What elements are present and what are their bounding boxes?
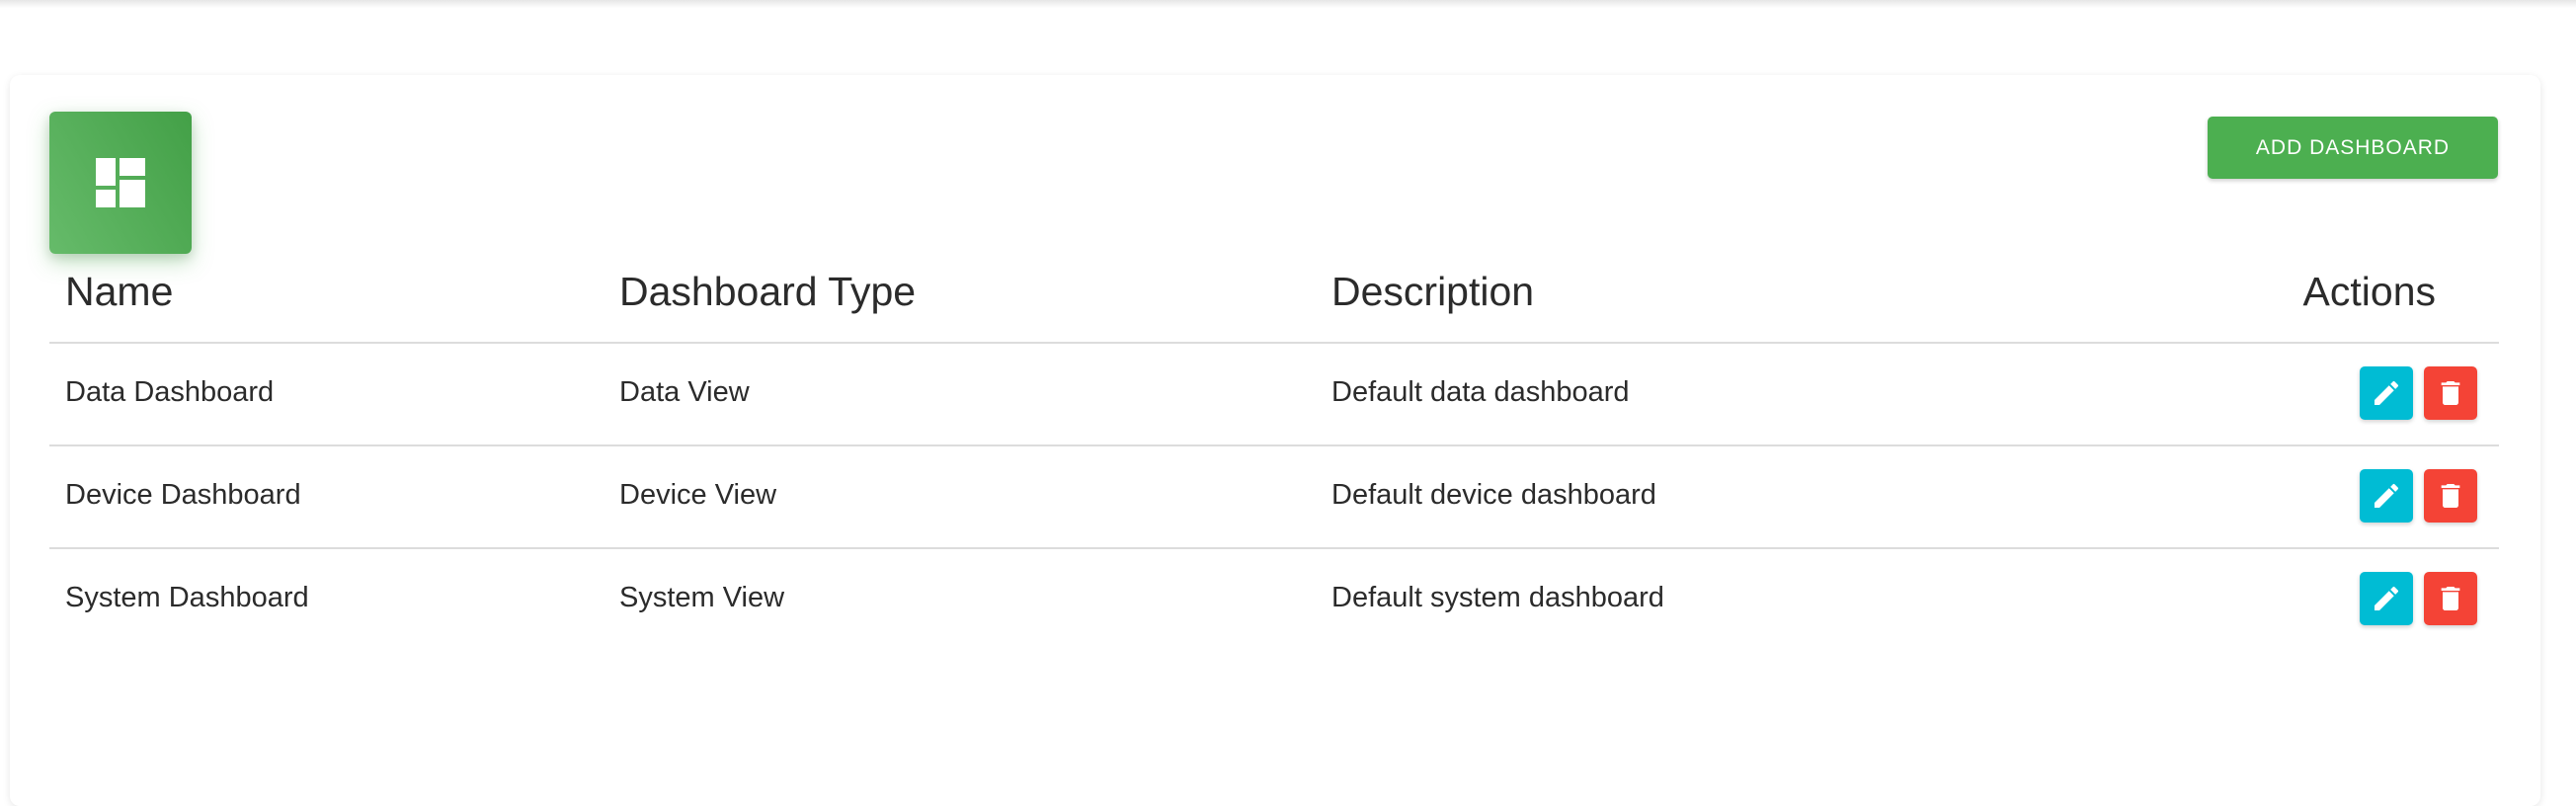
edit-button[interactable] bbox=[2360, 366, 2413, 420]
dashboard-type: Device View bbox=[619, 479, 777, 511]
top-bar-shadow bbox=[0, 0, 2576, 8]
dashboard-type: System View bbox=[619, 582, 785, 613]
row-actions bbox=[2360, 469, 2477, 523]
column-header-dashboard-type: Dashboard Type bbox=[619, 269, 917, 314]
dashboard-description: Default device dashboard bbox=[1331, 479, 1656, 511]
dashboard-type: Data View bbox=[619, 376, 750, 408]
row-actions bbox=[2360, 572, 2477, 625]
column-header-actions: Actions bbox=[2302, 269, 2436, 314]
trash-icon bbox=[2441, 587, 2460, 610]
delete-button[interactable] bbox=[2424, 572, 2477, 625]
dashboard-description: Default system dashboard bbox=[1331, 582, 1664, 613]
dashboard-name: Device Dashboard bbox=[65, 479, 301, 511]
dashboards-table: Name Dashboard Type Description Actions … bbox=[49, 247, 2499, 650]
table-header: Name Dashboard Type Description Actions bbox=[49, 247, 2499, 344]
column-header-name: Name bbox=[65, 269, 174, 314]
pencil-icon bbox=[2375, 483, 2399, 508]
table-row: System Dashboard System View Default sys… bbox=[49, 549, 2499, 650]
pencil-icon bbox=[2375, 586, 2399, 610]
card-header-icon bbox=[49, 112, 192, 254]
table-row: Data Dashboard Data View Default data da… bbox=[49, 344, 2499, 446]
dashboard-name: Data Dashboard bbox=[65, 376, 275, 408]
delete-button[interactable] bbox=[2424, 366, 2477, 420]
row-actions bbox=[2360, 366, 2477, 420]
add-dashboard-button[interactable]: ADD DASHBOARD bbox=[2208, 117, 2498, 179]
edit-button[interactable] bbox=[2360, 469, 2413, 523]
trash-icon bbox=[2441, 381, 2460, 405]
edit-button[interactable] bbox=[2360, 572, 2413, 625]
pencil-icon bbox=[2375, 380, 2399, 405]
dashboard-icon bbox=[96, 158, 145, 207]
trash-icon bbox=[2441, 484, 2460, 508]
column-header-description: Description bbox=[1331, 269, 1535, 314]
table-row: Device Dashboard Device View Default dev… bbox=[49, 446, 2499, 549]
delete-button[interactable] bbox=[2424, 469, 2477, 523]
dashboard-name: System Dashboard bbox=[65, 582, 309, 613]
dashboard-description: Default data dashboard bbox=[1331, 376, 1630, 408]
